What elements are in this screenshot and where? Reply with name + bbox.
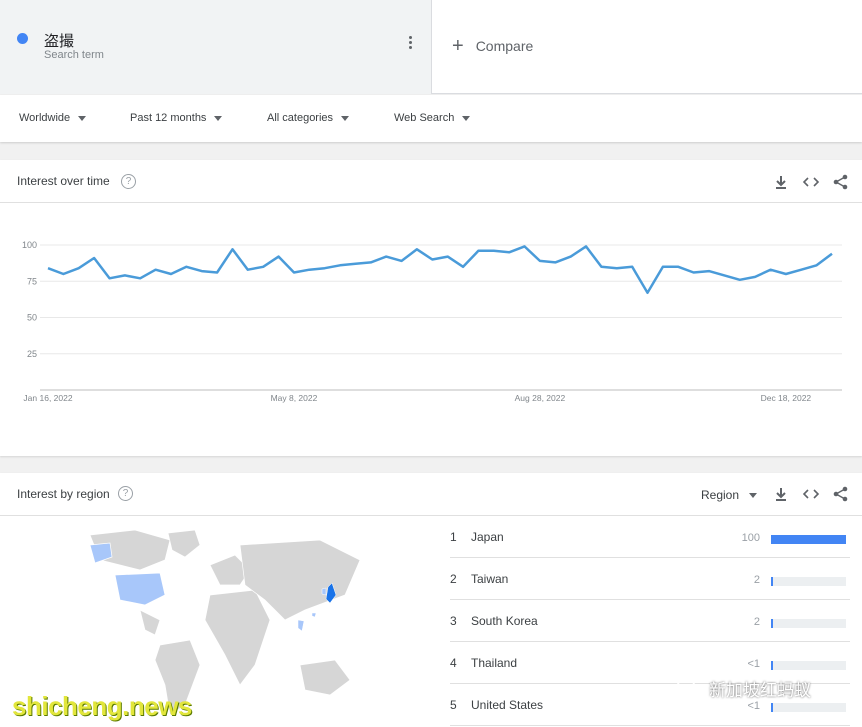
- download-icon[interactable]: [772, 485, 790, 503]
- site-watermark: shicheng.news: [12, 691, 192, 721]
- more-vert-icon[interactable]: [405, 36, 415, 56]
- caret-down-icon: [341, 115, 350, 121]
- map-thailand[interactable]: [297, 619, 305, 632]
- region-resolution-select[interactable]: Region: [701, 488, 758, 502]
- share-icon[interactable]: [832, 485, 850, 503]
- region-value: <1: [747, 700, 760, 712]
- y-tick-label: 100: [22, 240, 37, 250]
- region-name: Thailand: [471, 656, 518, 670]
- region-bar-track: [771, 661, 846, 670]
- x-tick-label: May 8, 2022: [271, 393, 318, 403]
- series-color-dot: [17, 33, 28, 44]
- compare-label: Compare: [475, 38, 534, 54]
- region-bar-track: [771, 703, 846, 712]
- region-bar-fill: [771, 703, 773, 712]
- x-tick-label: Dec 18, 2022: [761, 393, 812, 403]
- region-bar-track: [771, 577, 846, 586]
- y-tick-label: 75: [27, 276, 37, 286]
- region-name: South Korea: [471, 614, 538, 628]
- region-row[interactable]: 3 South Korea 2: [450, 600, 850, 642]
- region-value: 2: [753, 574, 760, 586]
- wechat-overlay: 新加坡红蚂蚁: [675, 676, 811, 701]
- region-rank: 1: [450, 530, 457, 544]
- interest-by-region-title: Interest by region: [17, 487, 110, 501]
- download-icon[interactable]: [772, 173, 790, 191]
- map-australia[interactable]: [299, 659, 351, 696]
- filter-geo-label: Worldwide: [19, 112, 71, 124]
- interest-over-time-chart: 25 50 75 100 Jan 16, 2022 May 8, 2022 Aug 28, …: [22, 240, 842, 403]
- card-header: Interest over time ?: [0, 160, 862, 203]
- embed-code-icon[interactable]: [802, 485, 820, 503]
- region-row[interactable]: 1 Japan 100: [450, 516, 850, 558]
- x-tick-label: Aug 28, 2022: [515, 393, 566, 403]
- region-value: <1: [747, 658, 760, 670]
- region-rank: 2: [450, 572, 457, 586]
- region-name: United States: [471, 698, 544, 712]
- compare-button[interactable]: + Compare: [452, 36, 533, 56]
- region-name: Japan: [471, 530, 504, 544]
- x-tick-label: Jan 16, 2022: [23, 393, 72, 403]
- filter-geo[interactable]: Worldwide: [19, 112, 87, 124]
- region-bar-track: [771, 535, 846, 544]
- caret-down-icon: [214, 115, 223, 121]
- filter-time-label: Past 12 months: [130, 112, 207, 124]
- region-bar-fill: [771, 619, 773, 628]
- filter-time[interactable]: Past 12 months: [130, 112, 223, 124]
- region-row[interactable]: 2 Taiwan 2: [450, 558, 850, 600]
- region-bar-track: [771, 619, 846, 628]
- filter-property[interactable]: Web Search: [394, 112, 471, 124]
- caret-down-icon: [78, 115, 87, 121]
- map-mexico[interactable]: [139, 609, 161, 636]
- caret-down-icon: [462, 115, 471, 121]
- y-tick-label: 50: [27, 313, 37, 323]
- search-term-name: 盗撮: [44, 33, 75, 50]
- search-term-card[interactable]: 盗撮 Search term: [0, 0, 432, 94]
- map-greenland[interactable]: [167, 529, 201, 558]
- region-value: 100: [741, 532, 760, 544]
- plus-icon: +: [452, 35, 464, 57]
- wechat-icon: [676, 678, 701, 698]
- interest-over-time-card: Interest over time ? 25 50 75 100 Jan 16, 20…: [0, 160, 862, 456]
- region-bar-fill: [771, 577, 773, 586]
- card-header: Interest by region ? Region: [0, 473, 862, 516]
- region-select-label: Region: [701, 488, 740, 502]
- region-bar-fill: [771, 661, 773, 670]
- help-icon[interactable]: ?: [118, 486, 133, 501]
- search-term-subtitle: Search term: [44, 49, 104, 61]
- filter-property-label: Web Search: [394, 112, 455, 124]
- filter-category-label: All categories: [267, 112, 334, 124]
- region-name: Taiwan: [471, 572, 509, 586]
- filter-bar: Worldwide Past 12 months All categories …: [0, 95, 862, 142]
- region-rank: 5: [450, 698, 457, 712]
- region-value: 2: [753, 616, 760, 628]
- filter-category[interactable]: All categories: [267, 112, 350, 124]
- help-icon[interactable]: ?: [121, 174, 136, 189]
- map-taiwan[interactable]: [311, 612, 317, 618]
- map-south-korea[interactable]: [321, 587, 327, 596]
- map-united-states[interactable]: [114, 572, 166, 606]
- region-rank: 3: [450, 614, 457, 628]
- series-line: [47, 245, 833, 295]
- search-term-bar: 盗撮 Search term + Compare: [0, 0, 862, 94]
- y-tick-label: 25: [27, 349, 37, 359]
- interest-over-time-title: Interest over time: [17, 174, 110, 188]
- share-icon[interactable]: [832, 173, 850, 191]
- embed-code-icon[interactable]: [802, 173, 820, 191]
- caret-down-icon: [749, 492, 758, 498]
- map-africa[interactable]: [204, 589, 271, 686]
- region-rank: 4: [450, 656, 457, 670]
- region-bar-fill: [771, 535, 846, 544]
- wechat-label: 新加坡红蚂蚁: [709, 681, 811, 700]
